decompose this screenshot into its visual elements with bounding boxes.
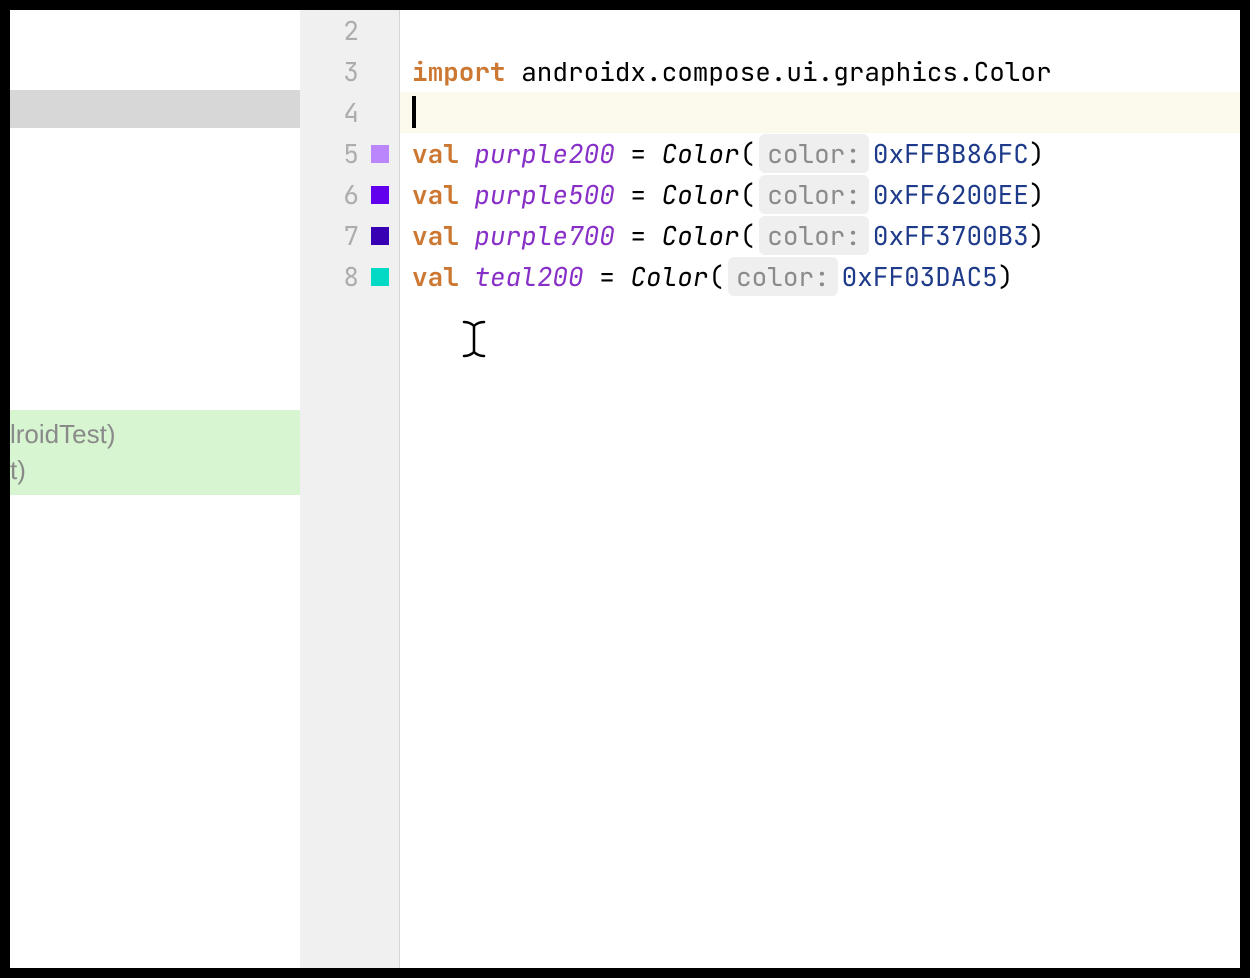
type-name: Color	[662, 177, 740, 212]
color-swatch-icon[interactable]	[371, 186, 389, 204]
identifier: purple500	[474, 177, 614, 212]
gutter-row[interactable]: 7	[300, 215, 399, 256]
keyword: val	[412, 259, 459, 294]
space	[459, 218, 475, 253]
param-hint: color:	[759, 216, 869, 255]
side-panel-item-green[interactable]: lroidTest) t)	[10, 410, 300, 495]
hex-literal: 0xFF6200EE	[873, 177, 1029, 212]
operator: =	[584, 259, 631, 294]
type-name: Color	[662, 136, 740, 171]
identifier: purple200	[474, 136, 614, 171]
paren: )	[1029, 218, 1045, 253]
type-name: Color	[630, 259, 708, 294]
gutter-row[interactable]: 5	[300, 133, 399, 174]
code-line[interactable]: val teal200 = Color(color:0xFF03DAC5)	[400, 256, 1240, 297]
hex-literal: 0xFF03DAC5	[842, 259, 998, 294]
param-hint: color:	[759, 175, 869, 214]
paren: )	[1029, 136, 1045, 171]
line-number: 6	[331, 177, 359, 212]
operator: =	[615, 218, 662, 253]
line-number: 8	[331, 259, 359, 294]
side-panel-text: lroidTest)	[10, 416, 296, 452]
code-editor[interactable]: import androidx.compose.ui.graphics.Colo…	[400, 10, 1240, 968]
code-text: androidx.compose.ui.graphics.Color	[506, 54, 1052, 89]
gutter-row[interactable]: 6	[300, 174, 399, 215]
line-number: 4	[331, 95, 359, 130]
color-swatch-icon[interactable]	[371, 227, 389, 245]
paren: )	[998, 259, 1014, 294]
gutter-row[interactable]: 2	[300, 10, 399, 51]
text-caret	[412, 96, 416, 128]
code-line[interactable]: import androidx.compose.ui.graphics.Colo…	[400, 51, 1240, 92]
space	[459, 136, 475, 171]
color-swatch-icon[interactable]	[371, 268, 389, 286]
side-panel[interactable]: lroidTest) t)	[10, 10, 300, 968]
line-number: 7	[331, 218, 359, 253]
keyword: val	[412, 177, 459, 212]
code-line[interactable]: val purple200 = Color(color:0xFFBB86FC)	[400, 133, 1240, 174]
paren: (	[740, 218, 756, 253]
keyword: val	[412, 218, 459, 253]
param-hint: color:	[728, 257, 838, 296]
hex-literal: 0xFF3700B3	[873, 218, 1029, 253]
gutter-row[interactable]: 3	[300, 51, 399, 92]
line-number: 3	[331, 54, 359, 89]
keyword: import	[412, 54, 506, 89]
identifier: purple700	[474, 218, 614, 253]
code-line-current[interactable]	[400, 92, 1240, 133]
gutter-row[interactable]: 4	[300, 92, 399, 133]
operator: =	[615, 136, 662, 171]
space	[459, 177, 475, 212]
keyword: val	[412, 136, 459, 171]
type-name: Color	[662, 218, 740, 253]
param-hint: color:	[759, 134, 869, 173]
identifier: teal200	[474, 259, 583, 294]
space	[459, 259, 475, 294]
paren: (	[708, 259, 724, 294]
color-swatch-icon[interactable]	[371, 145, 389, 163]
paren: (	[740, 136, 756, 171]
code-line[interactable]: val purple700 = Color(color:0xFF3700B3)	[400, 215, 1240, 256]
side-panel-item-gray[interactable]	[10, 90, 300, 128]
editor-window: lroidTest) t) 2 3 4 5 6 7 8	[10, 10, 1240, 968]
gutter-row[interactable]: 8	[300, 256, 399, 297]
paren: (	[740, 177, 756, 212]
line-number: 2	[331, 13, 359, 48]
code-line[interactable]: val purple500 = Color(color:0xFF6200EE)	[400, 174, 1240, 215]
line-number: 5	[331, 136, 359, 171]
code-line[interactable]	[400, 10, 1240, 51]
hex-literal: 0xFFBB86FC	[873, 136, 1029, 171]
gutter[interactable]: 2 3 4 5 6 7 8	[300, 10, 400, 968]
side-panel-text: t)	[10, 452, 296, 488]
operator: =	[615, 177, 662, 212]
paren: )	[1029, 177, 1045, 212]
